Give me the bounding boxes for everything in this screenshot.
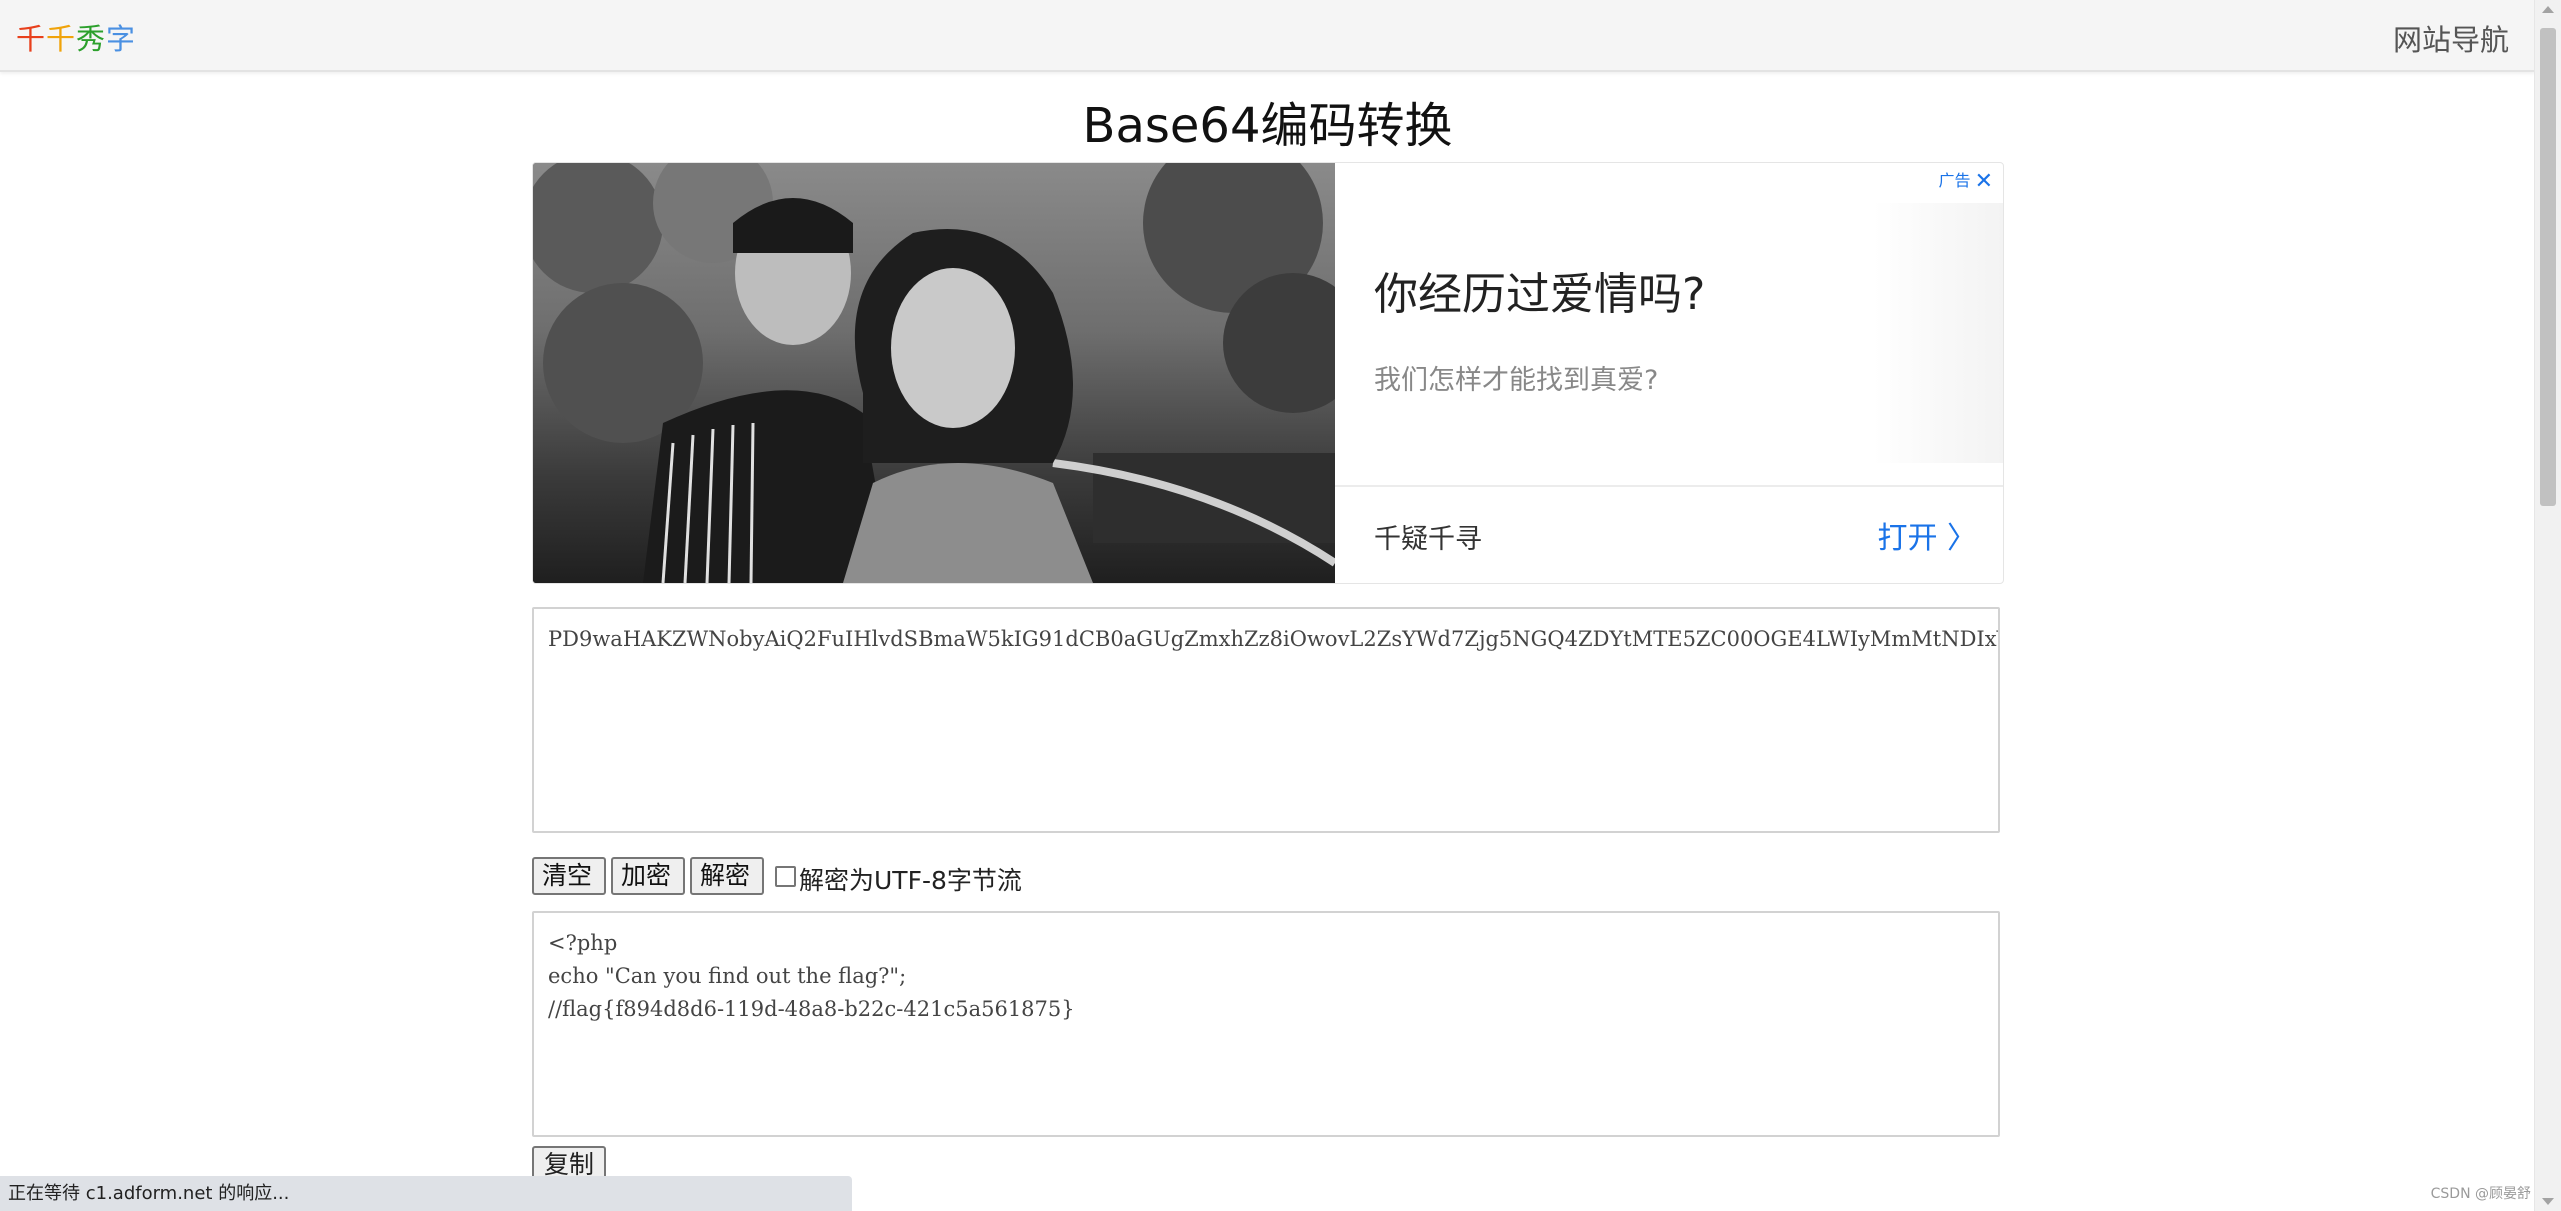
decode-button[interactable]: 解密 <box>690 857 764 895</box>
top-navbar: 千千秀字 网站导航 <box>0 0 2535 72</box>
logo-char-2: 千 <box>46 22 77 56</box>
close-icon[interactable]: ✕ <box>1975 169 1993 194</box>
ad-decoration <box>1873 203 2003 463</box>
logo-char-1: 千 <box>16 22 47 56</box>
logo-char-3: 秀 <box>76 22 107 56</box>
csdn-watermark: CSDN @顾晏舒 <box>2430 1186 2531 1202</box>
ad-badge-label: 广告 <box>1938 171 1971 190</box>
encode-button[interactable]: 加密 <box>611 857 685 895</box>
page-title: Base64编码转换 <box>1082 98 1453 154</box>
page-scrollbar[interactable] <box>2534 0 2561 1211</box>
ad-open-button[interactable]: 打开 〉 <box>1877 513 1977 557</box>
ad-headline[interactable]: 你经历过爱情吗? <box>1374 258 1705 322</box>
ad-subline: 我们怎样才能找到真爱? <box>1374 365 1659 396</box>
scroll-up-arrow-icon[interactable] <box>2542 6 2554 13</box>
scroll-thumb[interactable] <box>2540 28 2556 506</box>
ad-advertiser-name: 千疑千寻 <box>1374 524 1482 555</box>
browser-status-bar: 正在等待 c1.adform.net 的响应... <box>0 1176 852 1211</box>
base64-input-textarea[interactable]: PD9waHAKZWNobyAiQ2FuIHlvdSBmaW5kIG91dCB0… <box>532 607 2000 833</box>
ad-banner[interactable]: 广告 ✕ 你经历过爱情吗? 我们怎样才能找到真爱? 千疑千寻 打开 〉 <box>532 162 2004 584</box>
logo-char-4: 字 <box>106 22 137 56</box>
utf8-checkbox[interactable] <box>775 866 796 887</box>
utf8-checkbox-label[interactable]: 解密为UTF-8字节流 <box>799 861 1022 897</box>
site-logo[interactable]: 千千秀字 <box>16 16 136 58</box>
decoded-output-textarea[interactable]: <?php echo "Can you find out the flag?";… <box>532 911 2000 1137</box>
site-nav-link[interactable]: 网站导航 <box>2393 17 2509 59</box>
ad-divider <box>1335 485 2003 487</box>
clear-button[interactable]: 清空 <box>532 857 606 895</box>
ad-couple-photo[interactable] <box>533 163 1335 583</box>
scroll-down-arrow-icon[interactable] <box>2542 1198 2554 1205</box>
ad-badge[interactable]: 广告 ✕ <box>1939 167 1993 194</box>
ad-photo-illustration <box>533 163 1335 583</box>
